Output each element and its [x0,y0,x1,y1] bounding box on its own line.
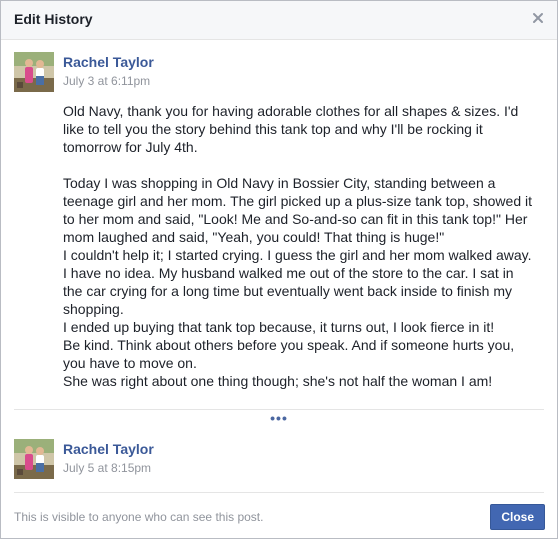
history-entry: Rachel Taylor July 5 at 8:15pm [14,439,544,483]
author-name[interactable]: Rachel Taylor [63,441,154,457]
visibility-note: This is visible to anyone who can see th… [14,510,264,524]
history-entry: Rachel Taylor July 3 at 6:11pm Old Navy,… [14,52,544,412]
more-icon[interactable]: ••• [1,411,557,425]
divider [14,492,544,493]
profile-photo-icon [14,439,54,479]
profile-photo-icon [14,52,54,92]
dialog-footer: This is visible to anyone who can see th… [1,492,557,538]
dialog-title: Edit History [14,11,93,27]
post-text: Old Navy, thank you for having adorable … [63,103,532,389]
close-icon[interactable] [531,11,545,25]
edit-timestamp[interactable]: July 5 at 8:15pm [63,461,151,475]
edit-history-dialog: Edit History Rachel Taylor July 3 at 6:1… [0,0,558,539]
avatar[interactable] [14,439,54,479]
author-name[interactable]: Rachel Taylor [63,54,154,70]
edit-timestamp[interactable]: July 3 at 6:11pm [63,74,150,88]
close-button[interactable]: Close [490,504,545,530]
dialog-header: Edit History [1,1,557,40]
avatar[interactable] [14,52,54,92]
dialog-body: Rachel Taylor July 3 at 6:11pm Old Navy,… [1,40,557,492]
